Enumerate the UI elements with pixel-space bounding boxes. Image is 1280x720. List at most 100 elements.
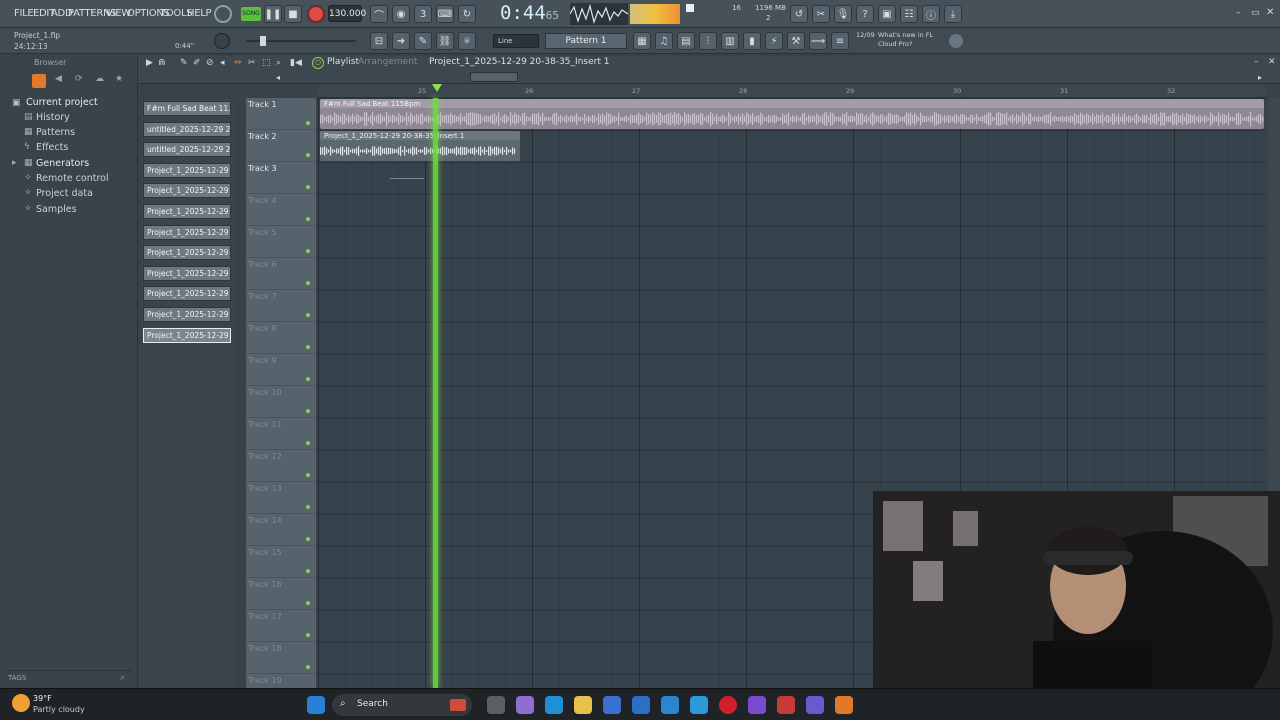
- picker-clip[interactable]: untitled_2025-12-29 20-...: [143, 142, 231, 158]
- track-mute-led-icon[interactable]: [306, 217, 310, 221]
- playhead[interactable]: [433, 98, 438, 688]
- file-explorer-icon[interactable]: [574, 696, 592, 714]
- track-mute-led-icon[interactable]: [306, 537, 310, 541]
- picker-clip[interactable]: Project_1_2025-12-29 2...: [143, 245, 231, 261]
- playlist-scrollbar-h[interactable]: [470, 72, 518, 82]
- track-mute-led-icon[interactable]: [306, 473, 310, 477]
- arrangement-label[interactable]: Arrangement: [358, 57, 417, 67]
- track-mute-led-icon[interactable]: [306, 377, 310, 381]
- minimize-icon[interactable]: –: [1236, 8, 1241, 18]
- menu-file[interactable]: FILE: [14, 8, 34, 19]
- mixer-icon[interactable]: ☷: [900, 5, 918, 23]
- tree-project-data[interactable]: Project data: [36, 188, 93, 199]
- maximize-icon[interactable]: ▭: [1251, 8, 1260, 18]
- audio-clip-track1[interactable]: F#m Full Sad Beat 115Bpm: [320, 99, 1264, 129]
- track-header[interactable]: Track 13: [246, 482, 316, 514]
- tools-icon[interactable]: ⚒: [787, 32, 805, 50]
- playlist-close-icon[interactable]: ✕: [1268, 57, 1276, 67]
- track-mute-led-icon[interactable]: [306, 601, 310, 605]
- countdown-icon[interactable]: 3: [414, 5, 432, 23]
- track-header[interactable]: Track 8: [246, 322, 316, 354]
- news-text[interactable]: What's new in FL Cloud Pro?: [878, 31, 948, 49]
- plugin-icon[interactable]: ⚡: [765, 32, 783, 50]
- metronome-icon[interactable]: ⌒: [370, 5, 388, 23]
- track-mute-led-icon[interactable]: [306, 441, 310, 445]
- arrow-right-icon[interactable]: ➜: [392, 32, 410, 50]
- track-header[interactable]: Track 18: [246, 642, 316, 674]
- playlist-nav-left-icon[interactable]: ◂: [276, 73, 280, 82]
- track-header[interactable]: Track 12: [246, 450, 316, 482]
- cut-tools-icon[interactable]: ✂: [812, 5, 830, 23]
- news-toggle-icon[interactable]: [949, 34, 963, 48]
- pattern-selector[interactable]: Pattern 1: [545, 33, 627, 49]
- picker-clip[interactable]: Project_1_2025-12-29 2...: [143, 327, 231, 343]
- track-mute-led-icon[interactable]: [306, 569, 310, 573]
- loop-record-icon[interactable]: ↻: [458, 5, 476, 23]
- record-button[interactable]: [307, 5, 325, 23]
- teams-icon[interactable]: [806, 696, 824, 714]
- copilot-icon[interactable]: [516, 696, 534, 714]
- picker-clip[interactable]: untitled_2025-12-29 20-...: [143, 121, 231, 137]
- snap-select[interactable]: Line: [493, 34, 539, 48]
- track-header[interactable]: Track 10: [246, 386, 316, 418]
- track-mute-led-icon[interactable]: [306, 313, 310, 317]
- track-mute-led-icon[interactable]: [306, 185, 310, 189]
- track-header[interactable]: Track 11: [246, 418, 316, 450]
- tags-search-icon[interactable]: ⌕: [120, 673, 125, 683]
- playhead-marker-icon[interactable]: [432, 84, 442, 92]
- info-icon[interactable]: ⓘ: [922, 5, 940, 23]
- track-mute-led-icon[interactable]: [306, 249, 310, 253]
- fl-studio-icon[interactable]: [835, 696, 853, 714]
- track-mute-led-icon[interactable]: [306, 633, 310, 637]
- edge-icon[interactable]: [545, 696, 563, 714]
- track-header[interactable]: Track 17: [246, 610, 316, 642]
- help-icon[interactable]: ?: [856, 5, 874, 23]
- tree-history[interactable]: History: [36, 112, 70, 123]
- mute-tool-icon[interactable]: ◂: [220, 58, 225, 68]
- track-header[interactable]: Track 9: [246, 354, 316, 386]
- tree-patterns[interactable]: Patterns: [36, 127, 75, 138]
- windows-start-icon[interactable]: [307, 696, 325, 714]
- slip-tool-icon[interactable]: ⇔: [234, 58, 242, 68]
- track-header[interactable]: Track 15: [246, 546, 316, 578]
- draw-tool-icon[interactable]: ✎: [180, 58, 188, 68]
- wand-icon[interactable]: ⟿: [809, 32, 827, 50]
- opera-icon[interactable]: [719, 696, 737, 714]
- paint-tool-icon[interactable]: ✐: [193, 58, 201, 68]
- audio-clip-track2[interactable]: Project_1_2025-12-29 20-38-35_Insert 1: [320, 131, 520, 161]
- picker-clip[interactable]: F#m Full Sad Beat 11...: [143, 101, 231, 116]
- picker-clip[interactable]: Project_1_2025-12-29 2...: [143, 183, 231, 199]
- app-p-icon[interactable]: [748, 696, 766, 714]
- tree-effects[interactable]: Effects: [36, 142, 68, 153]
- track-header[interactable]: Track 4: [246, 194, 316, 226]
- playlist-icon[interactable]: ▦: [633, 32, 651, 50]
- timeline-ruler[interactable]: 25 26 27 28 29 30 31 32: [318, 84, 1266, 98]
- piano-roll-icon[interactable]: ♫: [655, 32, 673, 50]
- browser-back-icon[interactable]: ◀: [55, 74, 62, 84]
- track-header[interactable]: Track 3: [246, 162, 316, 194]
- tempo-display[interactable]: 130.000: [328, 5, 366, 22]
- track-mute-led-icon[interactable]: [306, 505, 310, 509]
- download-icon[interactable]: ⤓: [944, 5, 962, 23]
- telegram-icon[interactable]: [690, 696, 708, 714]
- track-header[interactable]: Track 5: [246, 226, 316, 258]
- select-tool-icon[interactable]: ⬚: [262, 58, 271, 68]
- zoom-tool-icon[interactable]: ⌕: [276, 58, 281, 68]
- expand-arrow-icon[interactable]: ▸: [12, 158, 17, 168]
- step-sequencer-icon[interactable]: ▥: [721, 32, 739, 50]
- master-pitch-knob[interactable]: [214, 33, 230, 49]
- tree-samples[interactable]: Samples: [36, 204, 77, 215]
- weather-desc[interactable]: Partly cloudy: [33, 705, 85, 714]
- channel-rack-icon[interactable]: ▤: [677, 32, 695, 50]
- browser-folder-icon[interactable]: [32, 74, 46, 88]
- track-header[interactable]: Track 7: [246, 290, 316, 322]
- track-mute-led-icon[interactable]: [306, 281, 310, 285]
- playlist-menu-icon[interactable]: ▶: [146, 58, 153, 68]
- tree-remote-control[interactable]: Remote control: [36, 173, 109, 184]
- track-mute-led-icon[interactable]: [306, 409, 310, 413]
- task-view-icon[interactable]: [487, 696, 505, 714]
- track-mute-led-icon[interactable]: [306, 665, 310, 669]
- link-icon[interactable]: ⛓: [436, 32, 454, 50]
- track-mute-led-icon[interactable]: [306, 345, 310, 349]
- taskbar-search[interactable]: ⌕ Search: [332, 694, 472, 716]
